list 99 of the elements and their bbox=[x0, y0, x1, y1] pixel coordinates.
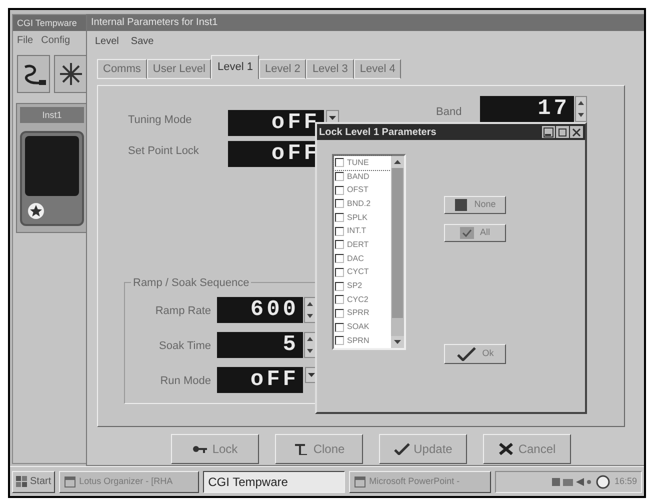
all-button[interactable]: All bbox=[444, 224, 506, 242]
caret-icon bbox=[308, 373, 315, 377]
device-screen bbox=[25, 136, 79, 196]
menu-item[interactable]: Save bbox=[130, 34, 154, 48]
checkbox[interactable] bbox=[335, 158, 344, 168]
field-label: Band bbox=[436, 105, 462, 120]
tray-icons-drawing bbox=[552, 476, 592, 488]
value-display: 17 bbox=[480, 96, 574, 122]
lock-button[interactable]: Lock bbox=[171, 434, 259, 464]
window-control-button[interactable] bbox=[570, 126, 583, 138]
start-button[interactable]: Start bbox=[12, 470, 56, 492]
maximize-icon bbox=[557, 126, 568, 138]
list-item[interactable]: TUNE bbox=[334, 156, 391, 170]
checkbox[interactable] bbox=[335, 213, 344, 222]
square-icon bbox=[454, 199, 468, 211]
spinner-control[interactable] bbox=[575, 96, 587, 122]
list-item[interactable]: SPLK bbox=[334, 210, 391, 224]
value-display: 5 bbox=[217, 332, 303, 358]
tab[interactable]: Comms bbox=[97, 59, 147, 79]
ok-button[interactable]: Ok bbox=[444, 344, 506, 364]
minimize-icon bbox=[543, 126, 554, 138]
value-display: oFF bbox=[217, 367, 303, 393]
clock-icon bbox=[596, 474, 610, 488]
clone-button[interactable]: Clone bbox=[275, 434, 363, 464]
window-control-button[interactable] bbox=[556, 126, 569, 138]
spark-icon bbox=[58, 61, 84, 87]
toolbar-button[interactable] bbox=[17, 55, 50, 93]
checkbox[interactable] bbox=[335, 254, 344, 264]
tab[interactable]: User Level bbox=[146, 59, 212, 79]
taskbar-button[interactable]: Microsoft PowerPoint - bbox=[349, 470, 492, 492]
menu-item[interactable]: File bbox=[17, 32, 34, 48]
checkbox[interactable] bbox=[335, 295, 344, 304]
close-icon bbox=[571, 126, 582, 138]
list-item[interactable]: OFST bbox=[334, 183, 391, 198]
x-icon bbox=[498, 443, 514, 455]
up-arrow-icon bbox=[578, 101, 584, 105]
list-item[interactable]: SPRR bbox=[334, 306, 391, 320]
spinner-control[interactable] bbox=[304, 332, 316, 358]
field-label: Tuning Mode bbox=[128, 113, 192, 128]
list-item[interactable]: DAC bbox=[334, 252, 391, 266]
list-item[interactable]: SOAK bbox=[334, 320, 391, 334]
list-item[interactable]: INT.T bbox=[334, 224, 391, 238]
group-title: Ramp / Soak Sequence bbox=[131, 275, 252, 292]
toolbar-button[interactable] bbox=[54, 55, 87, 93]
scrollbar[interactable] bbox=[391, 156, 404, 348]
checkbox[interactable] bbox=[335, 186, 344, 195]
cancel-button[interactable]: Cancel bbox=[483, 434, 571, 464]
menu-item[interactable]: Config bbox=[41, 32, 70, 48]
checkbox[interactable] bbox=[335, 322, 344, 332]
checkbox[interactable] bbox=[335, 308, 344, 318]
down-arrow-icon bbox=[307, 349, 313, 353]
caret-icon bbox=[329, 116, 336, 120]
tab[interactable]: Level 2 bbox=[258, 59, 306, 79]
clock: 16:59 bbox=[614, 474, 637, 488]
down-arrow-icon bbox=[307, 314, 313, 318]
none-button[interactable]: None bbox=[444, 196, 506, 214]
dialog-title: Lock Level 1 Parameters bbox=[319, 126, 438, 140]
up-arrow-icon bbox=[307, 302, 313, 306]
window-icon bbox=[354, 476, 366, 488]
field-label: Ramp Rate bbox=[155, 304, 211, 319]
spinner-control[interactable] bbox=[304, 297, 316, 323]
update-button[interactable]: Update bbox=[379, 434, 467, 464]
list-item[interactable]: SP2 bbox=[334, 279, 391, 293]
tab[interactable]: Level 4 bbox=[354, 59, 402, 79]
value-display: 600 bbox=[217, 297, 303, 323]
key-icon bbox=[192, 443, 208, 455]
device-label: Inst1 bbox=[20, 107, 84, 123]
list-item[interactable]: BAND bbox=[334, 170, 391, 184]
windows-logo-icon bbox=[16, 476, 28, 488]
checkbox[interactable] bbox=[335, 199, 344, 208]
list-item[interactable]: SPRN bbox=[334, 334, 391, 348]
check-icon bbox=[456, 347, 476, 361]
checkbox[interactable] bbox=[335, 172, 344, 182]
tab[interactable]: Level 3 bbox=[306, 59, 354, 79]
window-control-button[interactable] bbox=[542, 126, 555, 138]
checkbox[interactable] bbox=[335, 226, 344, 236]
check-icon bbox=[460, 227, 474, 239]
tab[interactable]: Level 1 bbox=[211, 55, 259, 79]
checkbox[interactable] bbox=[335, 268, 344, 277]
taskbar-button[interactable]: CGI Tempware bbox=[203, 470, 346, 492]
field-label: Soak Time bbox=[159, 339, 211, 354]
down-arrow-icon bbox=[578, 113, 584, 117]
list-item[interactable]: BND.2 bbox=[334, 197, 391, 211]
up-arrow-icon bbox=[307, 337, 313, 341]
scroll-thumb[interactable] bbox=[392, 168, 403, 318]
field-label: Run Mode bbox=[160, 374, 211, 389]
field-label: Set Point Lock bbox=[128, 144, 199, 159]
taskbar-button[interactable]: Lotus Organizer - [RHA bbox=[59, 470, 200, 492]
list-item[interactable]: CYCT bbox=[334, 266, 391, 280]
checkbox[interactable] bbox=[335, 240, 344, 250]
window-icon bbox=[64, 476, 76, 488]
tree-icon bbox=[293, 443, 310, 455]
window-title: Internal Parameters for Inst1 bbox=[87, 15, 644, 31]
check-icon bbox=[394, 443, 410, 455]
checkbox[interactable] bbox=[335, 336, 344, 346]
checkbox[interactable] bbox=[335, 282, 344, 291]
list-item[interactable]: CYC2 bbox=[334, 292, 391, 307]
list-item[interactable]: DERT bbox=[334, 238, 391, 252]
menu-item[interactable]: Level bbox=[95, 34, 119, 48]
